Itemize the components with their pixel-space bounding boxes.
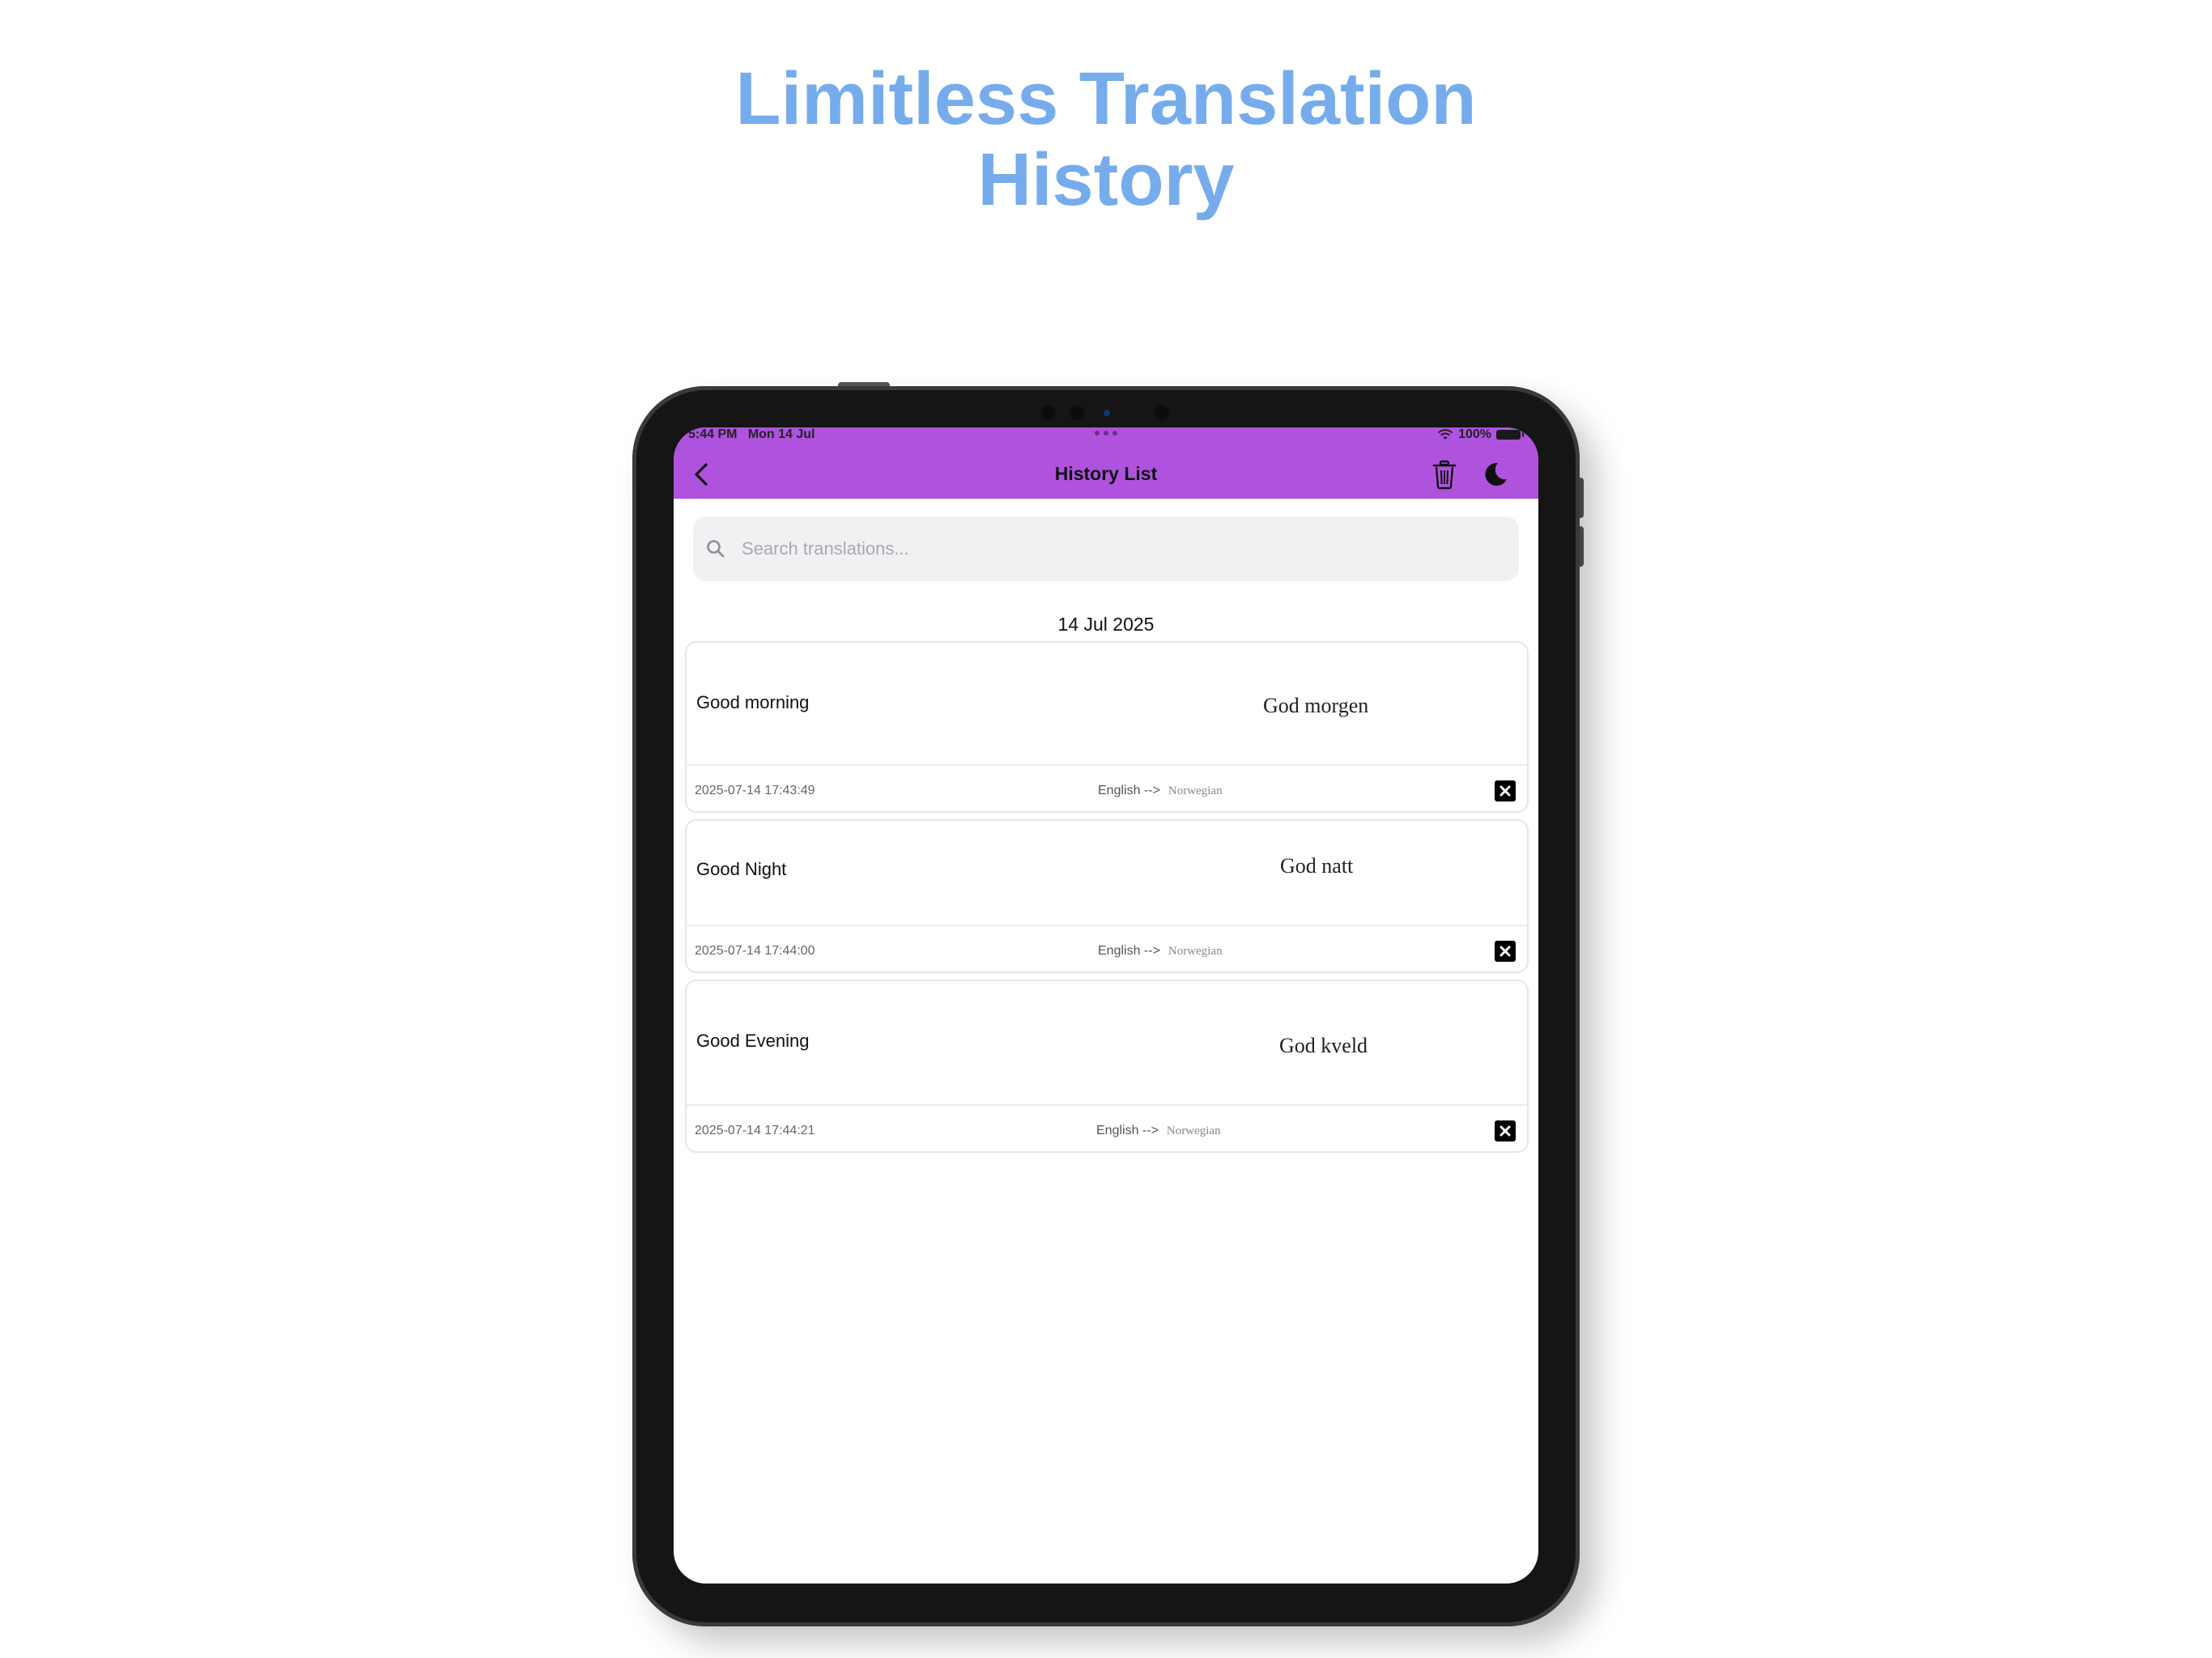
card-divider bbox=[687, 1104, 1527, 1106]
source-text: Good Evening bbox=[696, 1031, 810, 1051]
moon-icon bbox=[1485, 462, 1507, 486]
status-date: Mon 14 Jul bbox=[747, 427, 815, 441]
card-divider bbox=[687, 925, 1527, 926]
source-text: Good Night bbox=[696, 859, 787, 879]
close-icon bbox=[1499, 785, 1511, 797]
status-time-date: 5:44 PM Mon 14 Jul bbox=[688, 427, 815, 442]
history-card[interactable]: Good Night God natt 2025-07-14 17:44:00 … bbox=[685, 819, 1529, 973]
source-language: English --> bbox=[1098, 784, 1160, 797]
source-language: English --> bbox=[1096, 1124, 1159, 1137]
section-date-header: 14 Jul 2025 bbox=[1057, 614, 1155, 635]
language-pair: English --> Norwegian bbox=[1098, 783, 1223, 799]
delete-all-button[interactable] bbox=[1430, 458, 1459, 491]
app-bar: 5:44 PM Mon 14 Jul 100% History List bbox=[674, 427, 1538, 499]
history-card[interactable]: Good morning God morgen 2025-07-14 17:43… bbox=[685, 641, 1529, 813]
status-indicators: 100% bbox=[1437, 427, 1524, 442]
page-title: History List bbox=[1054, 463, 1158, 484]
battery-icon bbox=[1496, 430, 1524, 440]
search-bar bbox=[693, 517, 1519, 581]
front-camera bbox=[1104, 410, 1110, 416]
target-language: Norwegian bbox=[1168, 784, 1223, 797]
camera-sensor-right bbox=[1155, 406, 1169, 420]
promo-headline-line-2: History bbox=[977, 138, 1235, 221]
trash-icon bbox=[1432, 460, 1457, 490]
history-card[interactable]: Good Evening God kveld 2025-07-14 17:44:… bbox=[685, 980, 1529, 1153]
language-pair: English --> Norwegian bbox=[1098, 943, 1223, 959]
target-language: Norwegian bbox=[1166, 1124, 1221, 1137]
status-time: 5:44 PM bbox=[688, 427, 738, 441]
app-screen: 5:44 PM Mon 14 Jul 100% History List Sea… bbox=[674, 427, 1538, 1584]
source-language: English --> bbox=[1098, 944, 1160, 958]
translated-text: God natt bbox=[1280, 854, 1354, 878]
promo-headline-line-1: Limitless Translation bbox=[735, 57, 1477, 140]
close-icon bbox=[1499, 946, 1511, 957]
translated-text: God morgen bbox=[1263, 694, 1369, 717]
delete-entry-button[interactable] bbox=[1495, 780, 1516, 801]
delete-entry-button[interactable] bbox=[1495, 941, 1516, 962]
search-input[interactable] bbox=[742, 517, 1503, 581]
entry-timestamp: 2025-07-14 17:44:00 bbox=[695, 944, 815, 958]
theme-toggle-button[interactable] bbox=[1480, 460, 1509, 489]
entry-timestamp: 2025-07-14 17:43:49 bbox=[695, 784, 815, 797]
promo-headline: Limitless Translation History bbox=[0, 58, 2212, 220]
entry-timestamp: 2025-07-14 17:44:21 bbox=[695, 1124, 815, 1137]
source-text: Good morning bbox=[696, 692, 810, 712]
translated-text: God kveld bbox=[1279, 1034, 1368, 1057]
card-divider bbox=[687, 764, 1527, 766]
battery-percent: 100% bbox=[1458, 427, 1491, 441]
tablet-frame: 5:44 PM Mon 14 Jul 100% History List Sea… bbox=[632, 386, 1580, 1626]
camera-sensor-mid bbox=[1070, 406, 1084, 420]
close-icon bbox=[1499, 1125, 1511, 1137]
wifi-icon bbox=[1437, 429, 1453, 440]
search-icon bbox=[707, 540, 725, 558]
delete-entry-button[interactable] bbox=[1495, 1120, 1516, 1141]
camera-sensor-left bbox=[1041, 406, 1056, 420]
multitasking-dots[interactable] bbox=[1095, 427, 1117, 439]
language-pair: English --> Norwegian bbox=[1096, 1123, 1221, 1139]
target-language: Norwegian bbox=[1168, 945, 1223, 958]
